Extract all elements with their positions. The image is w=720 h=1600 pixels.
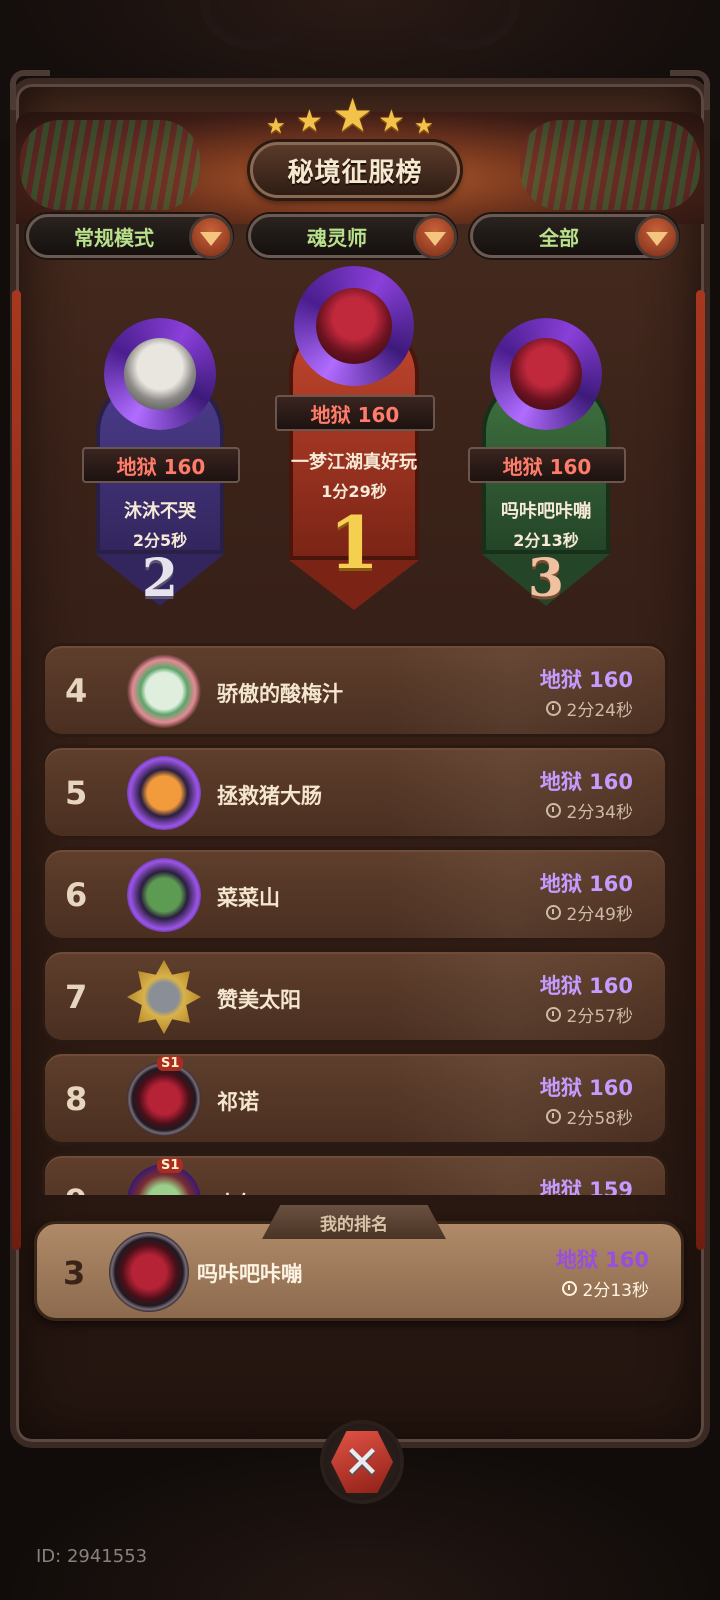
clear-time-text: 2分57秒 xyxy=(566,1007,633,1027)
flower-avatar-icon[interactable] xyxy=(127,654,201,728)
podium-second-rank: 2 xyxy=(141,548,179,609)
my-player-name: 吗咔吧咔嘣 xyxy=(197,1262,302,1286)
clear-time-text: 2分34秒 xyxy=(566,803,633,823)
clear-time: 2分57秒 xyxy=(545,1002,633,1027)
rank-number: 6 xyxy=(65,876,88,914)
player-name: 中午 xyxy=(217,1188,259,1195)
clock-icon xyxy=(561,1281,577,1296)
chevron-down-icon[interactable] xyxy=(413,215,457,259)
red-knight-avatar-icon[interactable] xyxy=(127,1062,201,1136)
difficulty-level: 地狱 160 xyxy=(539,974,633,998)
red-knight-portrait xyxy=(315,287,393,365)
my-avatar-icon[interactable] xyxy=(109,1232,189,1312)
title-plate: 秘境征服榜 xyxy=(250,142,460,198)
star-icon: ★ xyxy=(378,104,405,139)
sun-knight-avatar-icon[interactable] xyxy=(127,960,201,1034)
list-item[interactable]: 5 拯救猪大肠 地狱 160 2分34秒 xyxy=(42,745,668,839)
clear-time: 2分24秒 xyxy=(545,696,633,721)
my-clear-time: 2分13秒 xyxy=(561,1276,649,1301)
list-item[interactable]: 7 赞美太阳 地狱 160 2分57秒 xyxy=(42,949,668,1043)
difficulty-level: 地狱 159 xyxy=(539,1178,633,1195)
list-item[interactable]: 8 S1 祁诺 地狱 160 2分58秒 xyxy=(42,1051,668,1145)
clock-icon xyxy=(545,905,561,920)
podium-third-name: 吗咔吧咔嘣 xyxy=(501,501,591,522)
star-icon: ★ xyxy=(296,104,323,139)
podium-third-level: 地狱 160 xyxy=(468,447,626,483)
banner-decoration-right xyxy=(520,120,700,210)
difficulty-level: 地狱 160 xyxy=(539,668,633,692)
star-icon: ★ xyxy=(414,114,434,139)
my-rank-number: 3 xyxy=(63,1254,86,1292)
podium-second-level: 地狱 160 xyxy=(82,447,240,483)
star-icon: ★ xyxy=(332,88,374,142)
cat-face-portrait xyxy=(124,338,196,410)
cat-avatar-icon[interactable] xyxy=(127,858,201,932)
rank-number: 4 xyxy=(65,672,88,710)
panel-side-rail xyxy=(12,290,21,1250)
difficulty-level: 地狱 160 xyxy=(539,1076,633,1100)
user-id-label: ID: 2941553 xyxy=(36,1546,148,1567)
clock-icon xyxy=(545,803,561,818)
podium-first-level: 地狱 160 xyxy=(275,395,435,431)
player-name: 祁诺 xyxy=(217,1090,259,1114)
banner-decoration-left xyxy=(20,120,200,210)
podium-third-avatar[interactable] xyxy=(490,318,602,430)
podium-first-avatar[interactable] xyxy=(294,266,414,386)
difficulty-level: 地狱 160 xyxy=(539,770,633,794)
scope-filter-dropdown[interactable]: 全部 xyxy=(470,214,679,259)
class-filter-dropdown[interactable]: 魂灵师 xyxy=(248,214,457,259)
my-difficulty-level: 地狱 160 xyxy=(555,1248,649,1272)
panel-corner-ornament xyxy=(10,70,50,110)
clear-time: 2分58秒 xyxy=(545,1104,633,1129)
page-title: 秘境征服榜 xyxy=(287,157,423,188)
panel-side-rail xyxy=(696,290,705,1250)
player-name: 拯救猪大肠 xyxy=(217,784,322,808)
star-icon: ★ xyxy=(266,114,286,139)
difficulty-level: 地狱 160 xyxy=(539,872,633,896)
clock-icon xyxy=(545,701,561,716)
panel-corner-ornament xyxy=(670,70,710,110)
podium-second-avatar[interactable] xyxy=(104,318,216,430)
clock-icon xyxy=(545,1109,561,1124)
clear-time: 2分34秒 xyxy=(545,798,633,823)
clear-time: 2分49秒 xyxy=(545,900,633,925)
player-name: 菜菜山 xyxy=(217,886,280,910)
ranking-list[interactable]: 4 骄傲的酸梅汁 地狱 160 2分24秒 5 拯救猪大肠 地狱 160 2分3… xyxy=(42,643,668,1195)
rank-number: 7 xyxy=(65,978,88,1016)
clear-time-text: 2分58秒 xyxy=(566,1109,633,1129)
chevron-down-icon[interactable] xyxy=(635,215,679,259)
clock-icon xyxy=(545,1007,561,1022)
my-rank-tab-label: 我的排名 xyxy=(320,1214,388,1235)
list-item[interactable]: 9 S1 中午 地狱 159 xyxy=(42,1153,668,1195)
rank-number: 5 xyxy=(65,774,88,812)
chevron-down-icon[interactable] xyxy=(189,215,233,259)
my-clear-time-text: 2分13秒 xyxy=(582,1281,649,1301)
red-knight-portrait xyxy=(510,338,582,410)
season-badge: S1 xyxy=(157,1158,184,1173)
my-rank-tab: 我的排名 xyxy=(262,1205,446,1239)
mode-filter-dropdown[interactable]: 常规模式 xyxy=(26,214,233,259)
rank-number: 9 xyxy=(65,1182,95,1195)
clear-time-text: 2分24秒 xyxy=(566,701,633,721)
clear-time-text: 2分49秒 xyxy=(566,905,633,925)
player-name: 骄傲的酸梅汁 xyxy=(217,682,343,706)
rank-number: 8 xyxy=(65,1080,88,1118)
podium-first-time: 1分29秒 xyxy=(321,482,387,501)
podium-third-rank: 3 xyxy=(527,548,565,609)
podium-first-rank: 1 xyxy=(328,500,380,585)
close-button[interactable]: ✕ xyxy=(320,1420,404,1504)
podium-second-name: 沐沐不哭 xyxy=(124,501,196,522)
list-item[interactable]: 4 骄傲的酸梅汁 地狱 160 2分24秒 xyxy=(42,643,668,737)
list-item[interactable]: 6 菜菜山 地狱 160 2分49秒 xyxy=(42,847,668,941)
fox-avatar-icon[interactable] xyxy=(127,756,201,830)
player-name: 赞美太阳 xyxy=(217,988,301,1012)
podium-first-name: 一梦江湖真好玩 xyxy=(291,452,417,473)
season-badge: S1 xyxy=(157,1056,184,1071)
close-icon[interactable]: ✕ xyxy=(331,1431,393,1493)
star-rating: ★ ★ ★ ★ ★ xyxy=(266,88,456,142)
